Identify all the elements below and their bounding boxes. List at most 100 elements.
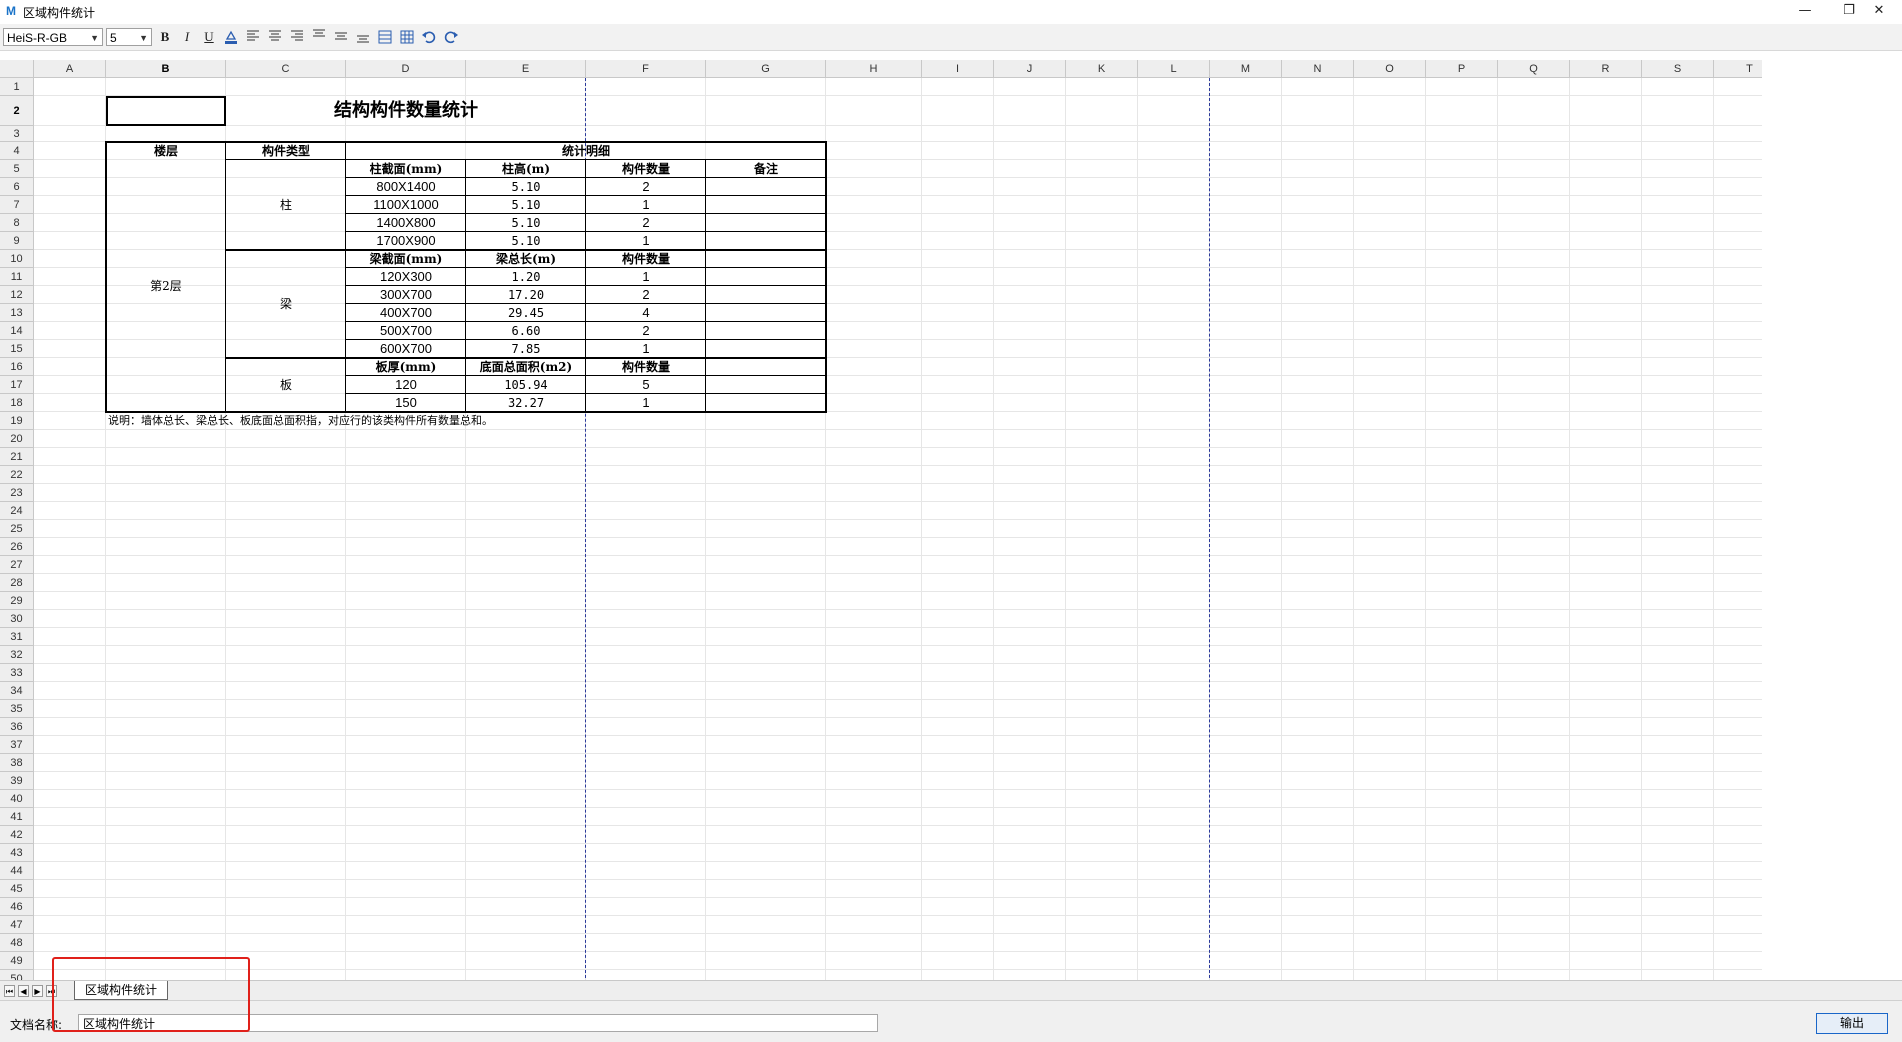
row-header-41[interactable]: 41 xyxy=(0,808,34,826)
column-header-s[interactable]: S xyxy=(1642,60,1714,78)
row-header-8[interactable]: 8 xyxy=(0,214,34,232)
group-col-header[interactable]: 柱高(m) xyxy=(466,160,586,178)
header-details[interactable]: 统计明细 xyxy=(346,142,826,160)
row-header-40[interactable]: 40 xyxy=(0,790,34,808)
row-header-23[interactable]: 23 xyxy=(0,484,34,502)
table-cell[interactable]: 1700X900 xyxy=(346,232,466,250)
row-header-4[interactable]: 4 xyxy=(0,142,34,160)
group-col-header[interactable]: 构件数量 xyxy=(586,358,706,376)
prev-sheet-button[interactable]: ◀ xyxy=(18,985,29,997)
row-header-19[interactable]: 19 xyxy=(0,412,34,430)
table-cell[interactable]: 500X700 xyxy=(346,322,466,340)
column-header-g[interactable]: G xyxy=(706,60,826,78)
row-header-1[interactable]: 1 xyxy=(0,78,34,96)
row-header-49[interactable]: 49 xyxy=(0,952,34,970)
group-col-header[interactable]: 底面总面积(m2) xyxy=(466,358,586,376)
close-button[interactable]: ✕ xyxy=(1856,0,1902,22)
row-header-26[interactable]: 26 xyxy=(0,538,34,556)
table-cell[interactable]: 1400X800 xyxy=(346,214,466,232)
column-header-r[interactable]: R xyxy=(1570,60,1642,78)
header-component-type[interactable]: 构件类型 xyxy=(226,142,346,160)
column-header-a[interactable]: A xyxy=(34,60,106,78)
table-cell[interactable]: 105.94 xyxy=(466,376,586,394)
row-header-30[interactable]: 30 xyxy=(0,610,34,628)
table-cell[interactable]: 5.10 xyxy=(466,232,586,250)
header-remark[interactable]: 备注 xyxy=(706,160,826,178)
table-cell[interactable]: 1 xyxy=(586,394,706,412)
table-cell[interactable]: 1 xyxy=(586,232,706,250)
row-header-37[interactable]: 37 xyxy=(0,736,34,754)
row-header-34[interactable]: 34 xyxy=(0,682,34,700)
column-header-m[interactable]: M xyxy=(1210,60,1282,78)
row-header-27[interactable]: 27 xyxy=(0,556,34,574)
row-header-36[interactable]: 36 xyxy=(0,718,34,736)
table-cell[interactable]: 1 xyxy=(586,196,706,214)
align-center-icon[interactable] xyxy=(266,29,284,45)
column-header-i[interactable]: I xyxy=(922,60,994,78)
align-right-icon[interactable] xyxy=(288,29,306,45)
doc-name-field[interactable]: 区域构件统计 xyxy=(78,1014,878,1032)
table-cell[interactable]: 5.10 xyxy=(466,178,586,196)
merge-cells-icon[interactable] xyxy=(376,29,394,45)
row-header-28[interactable]: 28 xyxy=(0,574,34,592)
column-header-d[interactable]: D xyxy=(346,60,466,78)
table-cell[interactable]: 300X700 xyxy=(346,286,466,304)
header-floor[interactable]: 楼层 xyxy=(106,142,226,160)
table-cell[interactable]: 29.45 xyxy=(466,304,586,322)
sheet-tab-region-stats[interactable]: 区域构件统计 xyxy=(74,981,169,1000)
row-header-29[interactable]: 29 xyxy=(0,592,34,610)
table-cell[interactable]: 5.10 xyxy=(466,196,586,214)
table-cell[interactable]: 1.20 xyxy=(466,268,586,286)
row-header-10[interactable]: 10 xyxy=(0,250,34,268)
group-col-header[interactable]: 构件数量 xyxy=(586,250,706,268)
table-cell[interactable]: 32.27 xyxy=(466,394,586,412)
row-header-50[interactable]: 50 xyxy=(0,970,34,980)
table-border-icon[interactable] xyxy=(398,29,416,45)
row-header-35[interactable]: 35 xyxy=(0,700,34,718)
row-header-14[interactable]: 14 xyxy=(0,322,34,340)
group-col-header[interactable]: 构件数量 xyxy=(586,160,706,178)
group-col-header[interactable]: 梁总长(m) xyxy=(466,250,586,268)
underline-button[interactable]: U xyxy=(200,29,218,45)
column-header-l[interactable]: L xyxy=(1138,60,1210,78)
row-header-13[interactable]: 13 xyxy=(0,304,34,322)
table-cell[interactable]: 5.10 xyxy=(466,214,586,232)
row-header-12[interactable]: 12 xyxy=(0,286,34,304)
italic-button[interactable]: I xyxy=(178,29,196,45)
row-header-45[interactable]: 45 xyxy=(0,880,34,898)
bold-button[interactable]: B xyxy=(156,29,174,45)
align-middle-icon[interactable] xyxy=(332,29,350,45)
row-header-5[interactable]: 5 xyxy=(0,160,34,178)
font-name-select[interactable]: HeiS-R-GB ▼ xyxy=(3,28,103,46)
row-header-24[interactable]: 24 xyxy=(0,502,34,520)
row-header-22[interactable]: 22 xyxy=(0,466,34,484)
floor-cell[interactable]: 第2层 xyxy=(106,160,226,412)
row-header-6[interactable]: 6 xyxy=(0,178,34,196)
export-button[interactable]: 输出 xyxy=(1816,1013,1888,1034)
column-header-p[interactable]: P xyxy=(1426,60,1498,78)
table-cell[interactable]: 4 xyxy=(586,304,706,322)
row-header-39[interactable]: 39 xyxy=(0,772,34,790)
table-cell[interactable]: 2 xyxy=(586,214,706,232)
table-cell[interactable]: 800X1400 xyxy=(346,178,466,196)
column-header-o[interactable]: O xyxy=(1354,60,1426,78)
redo-icon[interactable] xyxy=(442,29,460,45)
row-header-2[interactable]: 2 xyxy=(0,96,34,126)
row-header-47[interactable]: 47 xyxy=(0,916,34,934)
column-header-t[interactable]: T xyxy=(1714,60,1762,78)
column-header-n[interactable]: N xyxy=(1282,60,1354,78)
row-header-7[interactable]: 7 xyxy=(0,196,34,214)
spreadsheet-grid[interactable]: A B C D E F G H I J K L M N O P Q R S T 1 2 3 4 5 6 7 8 9 10 11 12 13 14 1… xyxy=(0,60,1762,980)
table-cell[interactable]: 120 xyxy=(346,376,466,394)
table-cell[interactable]: 1100X1000 xyxy=(346,196,466,214)
last-sheet-button[interactable]: ⏭ xyxy=(46,985,57,997)
row-header-33[interactable]: 33 xyxy=(0,664,34,682)
column-header-c[interactable]: C xyxy=(226,60,346,78)
column-header-j[interactable]: J xyxy=(994,60,1066,78)
table-cell[interactable]: 2 xyxy=(586,178,706,196)
table-cell[interactable]: 1 xyxy=(586,268,706,286)
column-header-q[interactable]: Q xyxy=(1498,60,1570,78)
table-cell[interactable]: 1 xyxy=(586,340,706,358)
table-cell[interactable]: 17.20 xyxy=(466,286,586,304)
row-header-21[interactable]: 21 xyxy=(0,448,34,466)
